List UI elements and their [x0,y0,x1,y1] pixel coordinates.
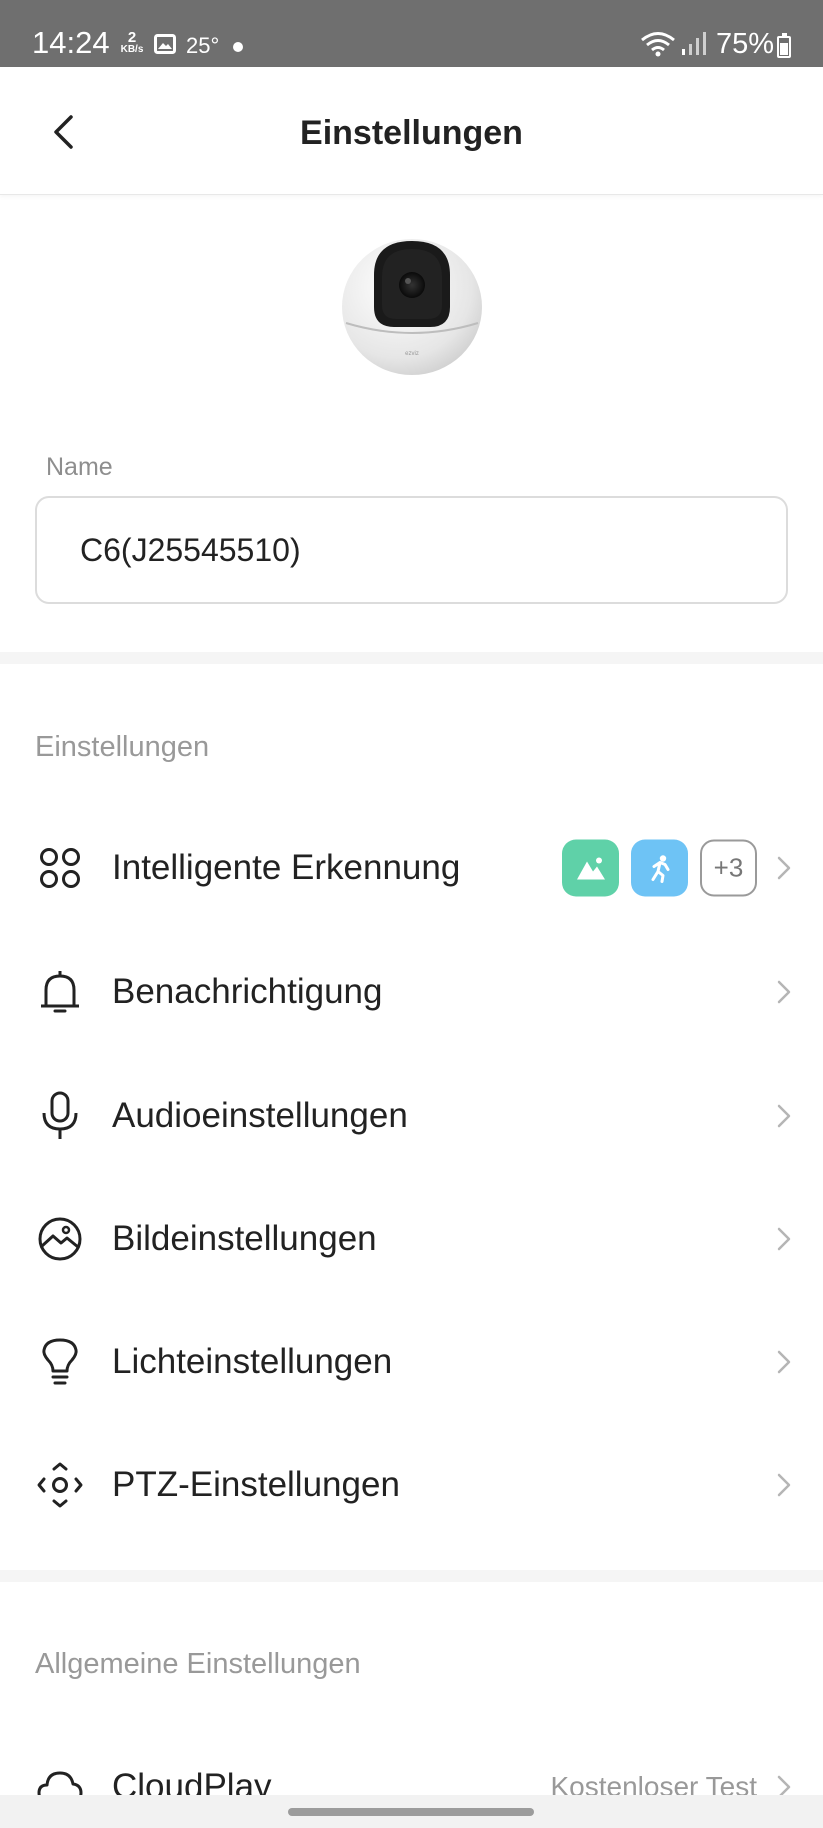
status-bar: 14:24 2 KB/s 25° 75% [0,0,823,67]
section-divider [0,1570,823,1582]
bell-icon [35,967,85,1017]
wifi-icon [640,30,676,63]
chevron-right-icon [777,980,791,1004]
row-label: Intelligente Erkennung [112,848,461,887]
device-name-field[interactable]: C6(J25545510) [35,496,788,604]
row-label: Lichteinstellungen [112,1342,393,1381]
device-name-value: C6(J25545510) [80,531,301,568]
microphone-icon [35,1091,85,1141]
detection-badges: +3 [562,839,757,897]
gallery-icon [154,34,176,59]
system-navigation-bar [0,1795,823,1828]
ptz-icon [35,1460,85,1510]
svg-text:ezviz: ezviz [405,351,419,357]
row-image-settings[interactable]: Bildeinstellungen [0,1179,823,1299]
chevron-right-icon [777,856,791,880]
network-speed: 2 KB/s [117,29,147,55]
settings-section-title: Einstellungen [35,731,210,763]
temperature: 25° [186,33,220,58]
chevron-right-icon [777,1350,791,1374]
status-time: 14:24 [32,25,110,60]
lightbulb-icon [35,1337,85,1387]
more-badges-count: +3 [700,839,757,897]
network-speed-unit: KB/s [120,44,144,55]
section-divider [0,652,823,664]
row-label: Audioeinstellungen [112,1096,408,1135]
row-label: Benachrichtigung [112,972,383,1011]
name-label: Name [46,453,113,481]
chevron-right-icon [777,1473,791,1497]
battery-percent: 75% [716,28,775,60]
app-header: Einstellungen [0,67,823,195]
network-speed-value: 2 [127,29,137,46]
human-detection-icon [631,839,688,897]
row-ptz-settings[interactable]: PTZ-Einstellungen [0,1425,823,1545]
camera-device-image: ezviz [340,235,484,379]
battery-icon [777,33,791,58]
home-gesture-handle[interactable] [288,1808,534,1816]
page-title: Einstellungen [300,114,523,152]
row-notification[interactable]: Benachrichtigung [0,932,823,1052]
row-light-settings[interactable]: Lichteinstellungen [0,1302,823,1422]
row-label: PTZ-Einstellungen [112,1465,400,1504]
image-icon [35,1214,85,1264]
row-audio-settings[interactable]: Audioeinstellungen [0,1056,823,1176]
row-label: Bildeinstellungen [112,1219,377,1258]
chevron-right-icon [777,1227,791,1251]
smart-detection-icon [35,843,85,893]
row-intelligent-detection[interactable]: Intelligente Erkennung +3 [0,808,823,928]
landscape-detection-icon [562,839,619,897]
signal-icon [681,31,707,62]
general-section-title: Allgemeine Einstellungen [35,1648,361,1680]
chevron-right-icon [777,1104,791,1128]
notification-dot-icon [233,42,243,52]
